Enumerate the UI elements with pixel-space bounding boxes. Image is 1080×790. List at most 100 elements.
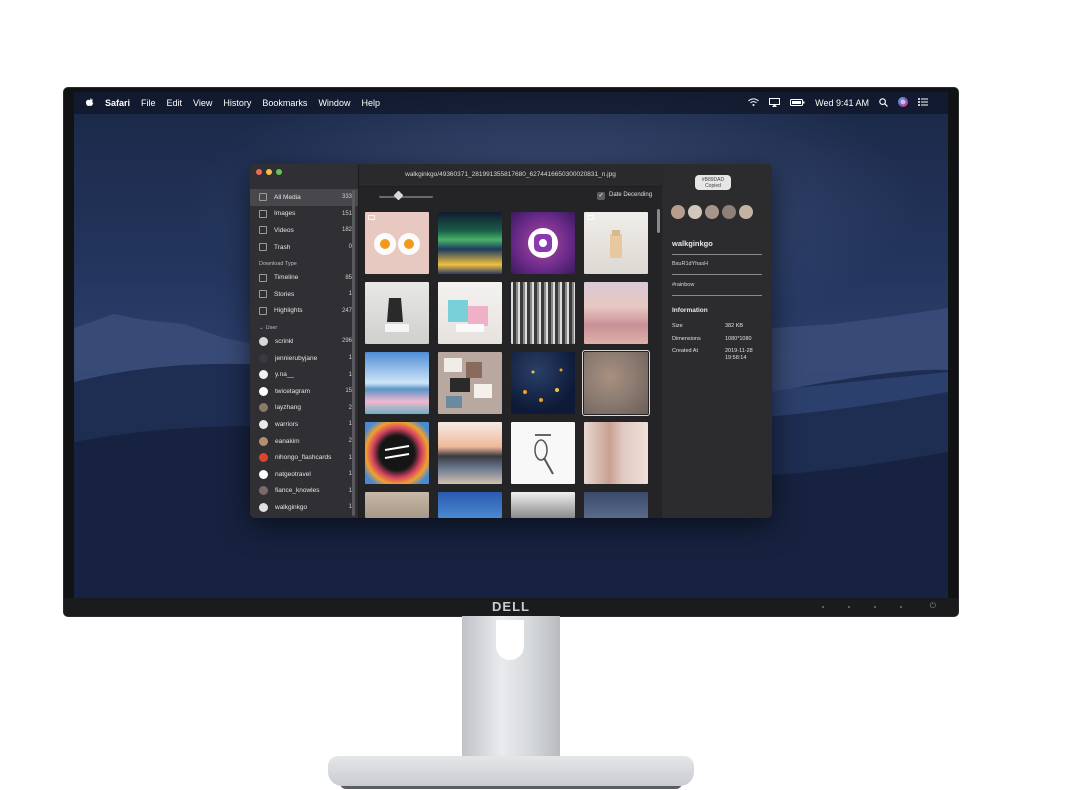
- grid-scrollbar[interactable]: [657, 209, 660, 233]
- color-swatch[interactable]: [722, 205, 736, 219]
- media-thumbnail[interactable]: [365, 422, 429, 484]
- sidebar-item-count: 333: [341, 194, 352, 201]
- sidebar-item-images[interactable]: Images 151: [250, 206, 358, 223]
- sidebar-item-label: scrinkl: [275, 337, 294, 345]
- color-swatch[interactable]: [739, 205, 753, 219]
- sidebar-item-timeline[interactable]: Timeline 85: [250, 269, 358, 286]
- media-thumbnail[interactable]: [438, 352, 502, 414]
- media-thumbnail[interactable]: [438, 422, 502, 484]
- bezel-button[interactable]: [900, 606, 902, 608]
- media-thumbnail[interactable]: [584, 422, 648, 484]
- info-shortcode[interactable]: BsuR1dYhasH: [672, 261, 708, 267]
- thumbnail-size-slider[interactable]: [379, 196, 433, 198]
- menu-history[interactable]: History: [223, 98, 251, 108]
- media-thumbnail[interactable]: [511, 212, 575, 274]
- sidebar-item-user[interactable]: warriors 1: [250, 416, 358, 433]
- info-key: Dimensions: [672, 336, 701, 342]
- cable-hole: [496, 620, 524, 660]
- media-thumbnail[interactable]: [365, 282, 429, 344]
- color-swatch[interactable]: [688, 205, 702, 219]
- sidebar-item-user[interactable]: nihongo_flashcards 1: [250, 449, 358, 466]
- power-button-icon[interactable]: ⏻: [930, 601, 936, 611]
- media-thumbnail[interactable]: [438, 282, 502, 344]
- media-thumbnail[interactable]: [584, 212, 648, 274]
- sidebar-item-label: Timeline: [274, 274, 299, 282]
- menu-file[interactable]: File: [141, 98, 156, 108]
- sidebar-item-user[interactable]: y.na__ 1: [250, 366, 358, 383]
- info-key: Size: [672, 323, 683, 329]
- media-thumbnail[interactable]: [584, 492, 648, 518]
- bezel-button[interactable]: [822, 606, 824, 608]
- media-thumbnail[interactable]: [584, 282, 648, 344]
- notification-center-icon[interactable]: [918, 98, 928, 108]
- sidebar-item-user[interactable]: twicetagram 15: [250, 383, 358, 400]
- sidebar-section-label: User: [265, 325, 278, 332]
- info-hashtag[interactable]: #rainbow: [672, 282, 694, 288]
- minimize-window-button[interactable]: [266, 169, 272, 175]
- created-time: 19:58:14: [725, 355, 747, 361]
- media-thumbnail[interactable]: [438, 492, 502, 518]
- slider-knob[interactable]: [393, 190, 404, 201]
- sidebar-item-all-media[interactable]: All Media 333: [250, 189, 358, 206]
- avatar: [259, 370, 268, 380]
- sort-label[interactable]: Date Decending: [609, 192, 652, 198]
- color-swatch[interactable]: [671, 205, 685, 219]
- menu-bookmarks[interactable]: Bookmarks: [262, 98, 307, 108]
- spotlight-search-icon[interactable]: [879, 97, 888, 109]
- copy-hex-button[interactable]: #B89DAD Copied: [695, 175, 731, 190]
- menu-window[interactable]: Window: [318, 98, 350, 108]
- sort-checkbox[interactable]: ✓: [597, 192, 605, 200]
- sidebar-item-user[interactable]: eanakim 2: [250, 433, 358, 450]
- info-heading: Information: [672, 307, 708, 314]
- media-thumbnail[interactable]: [438, 212, 502, 274]
- bezel-button[interactable]: [848, 606, 850, 608]
- sidebar-item-count: 182: [341, 227, 352, 234]
- color-swatch[interactable]: [705, 205, 719, 219]
- media-thumbnail[interactable]: [511, 492, 575, 518]
- sidebar-item-user[interactable]: layzhang 2: [250, 400, 358, 417]
- media-thumbnail[interactable]: [365, 492, 429, 518]
- sidebar-item-user[interactable]: walkginkgo 1: [250, 499, 358, 516]
- menu-help[interactable]: Help: [361, 98, 380, 108]
- media-thumbnail[interactable]: [365, 212, 429, 274]
- apple-menu-icon[interactable]: [86, 97, 94, 109]
- menubar-clock[interactable]: Wed 9:41 AM: [815, 98, 869, 108]
- sidebar-item-user[interactable]: scrinkl 296: [250, 333, 358, 350]
- wifi-icon[interactable]: [748, 98, 759, 108]
- siri-icon[interactable]: [898, 97, 908, 109]
- sidebar-item-label: All Media: [274, 193, 301, 201]
- bezel-button[interactable]: [874, 606, 876, 608]
- close-window-button[interactable]: [256, 169, 262, 175]
- airplay-icon[interactable]: [769, 97, 781, 109]
- media-thumbnail[interactable]: [511, 422, 575, 484]
- avatar: [259, 386, 268, 396]
- sidebar-section-user[interactable]: ⌄ User: [250, 319, 358, 333]
- avatar: [259, 419, 268, 429]
- info-username[interactable]: walkginkgo: [672, 239, 713, 248]
- sidebar-item-videos[interactable]: Videos 182: [250, 222, 358, 239]
- sidebar-item-trash[interactable]: Trash 0: [250, 239, 358, 256]
- sidebar-item-label: walkginkgo: [275, 503, 308, 511]
- sidebar-list: All Media 333 Images 151 Videos 182 Tras…: [250, 189, 358, 516]
- media-thumbnail[interactable]: [365, 352, 429, 414]
- avatar: [259, 336, 268, 346]
- sidebar-scrollbar[interactable]: [352, 190, 355, 516]
- menu-view[interactable]: View: [193, 98, 212, 108]
- sidebar-item-stories[interactable]: Stories 1: [250, 286, 358, 303]
- media-thumbnail[interactable]: [511, 282, 575, 344]
- sidebar-item-user[interactable]: jennierubyjane 1: [250, 350, 358, 367]
- sidebar-item-user[interactable]: fiance_knowles 1: [250, 483, 358, 500]
- sidebar-item-count: 151: [341, 210, 352, 217]
- media-thumbnail[interactable]: [511, 352, 575, 414]
- media-grid-area: ✓ Date Decending: [359, 187, 662, 518]
- zoom-window-button[interactable]: [276, 169, 282, 175]
- sidebar-item-highlights[interactable]: Highlights 247: [250, 303, 358, 320]
- battery-icon[interactable]: [790, 98, 805, 108]
- timeline-icon: [259, 273, 267, 282]
- menu-edit[interactable]: Edit: [167, 98, 183, 108]
- sidebar-item-user[interactable]: natgeotravel 1: [250, 466, 358, 483]
- app-menu-safari[interactable]: Safari: [105, 98, 130, 108]
- avatar: [259, 403, 268, 413]
- video-badge-icon: [368, 215, 375, 220]
- media-thumbnail-selected[interactable]: [582, 350, 650, 416]
